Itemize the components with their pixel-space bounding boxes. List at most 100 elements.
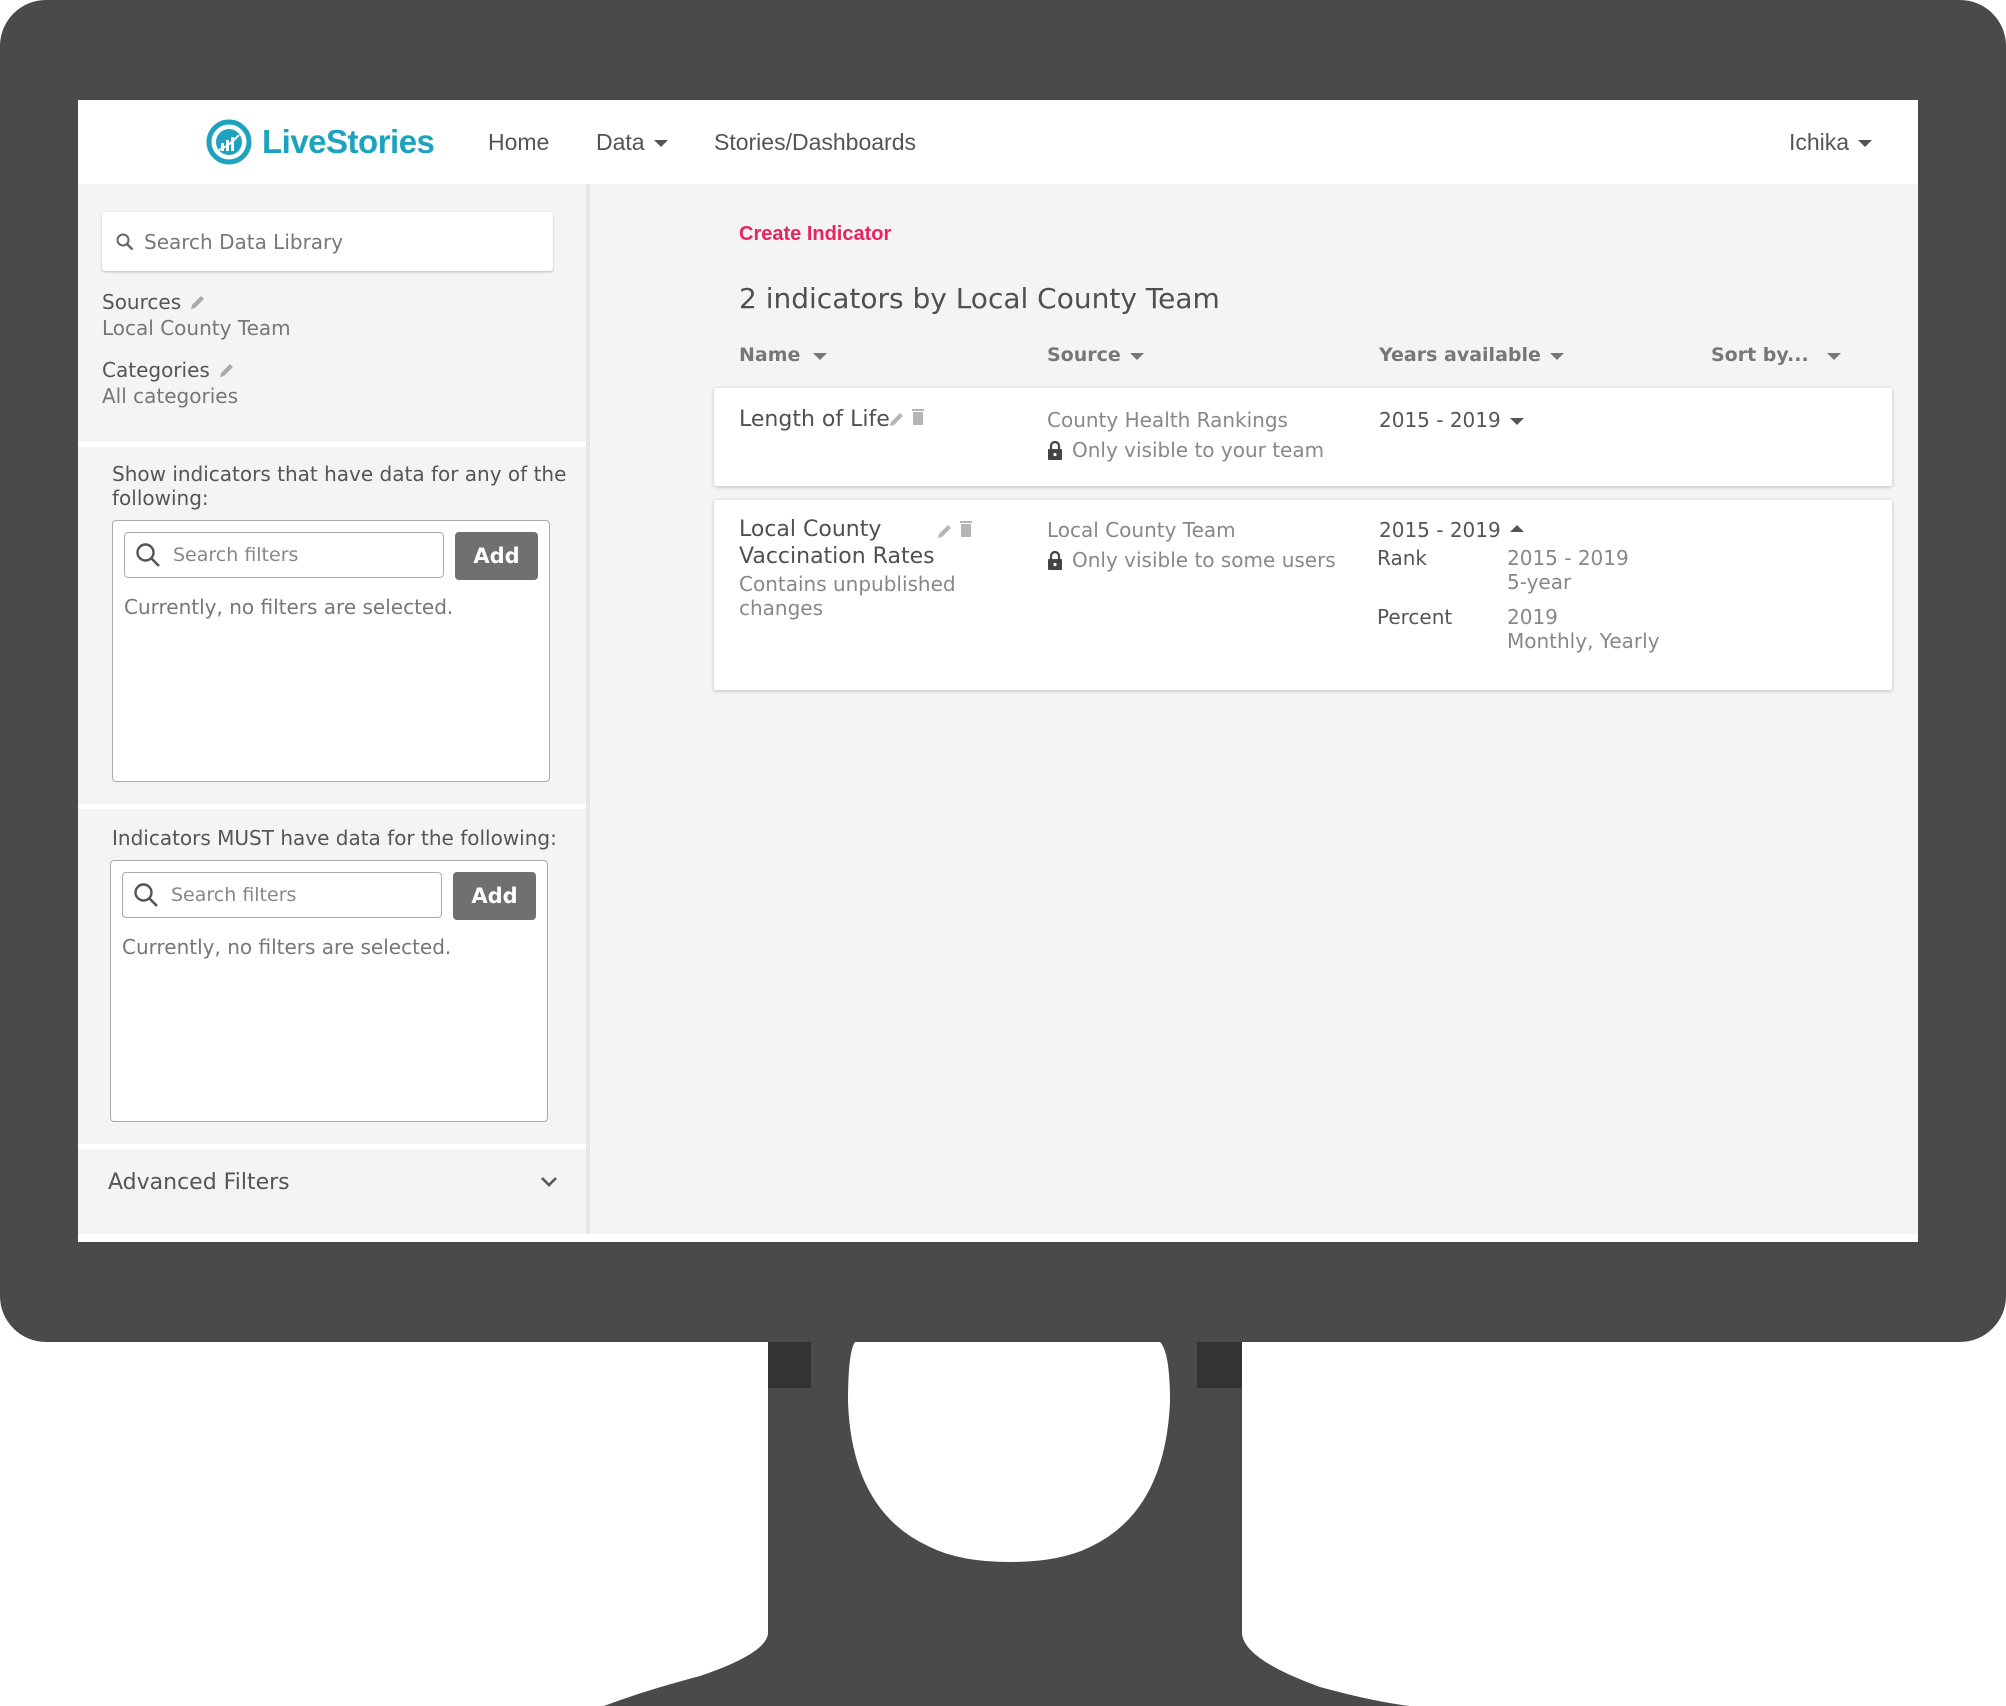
sort-by-label: Sort by... [1711,344,1809,366]
edit-sources-pencil-icon[interactable] [189,293,207,311]
indicator-name[interactable]: Length of Life [739,406,890,433]
indicator-list-panel: Create Indicator 2 indicators by Local C… [590,184,1918,1234]
search-icon [116,233,134,250]
status-line2: changes [739,596,824,620]
any-filter-search-input[interactable]: Search filters [124,532,444,578]
search-data-library-input[interactable]: Search Data Library [102,212,553,271]
nav-home-label: Home [488,128,550,155]
sources-value: Local County Team [102,316,291,340]
caret-down-icon [1129,353,1144,360]
detail-frequency: Monthly, Yearly [1507,629,1660,653]
status-line1: Contains unpublished [739,572,956,596]
screen: LiveStories Home Data Stories/Dashboards… [78,100,1918,1242]
stand-shadow-right [1197,1342,1242,1388]
column-source-label: Source [1047,344,1121,366]
caret-up-icon [1509,525,1524,532]
indicator-card: Local County Vaccination Rates Contains … [714,500,1892,690]
caret-down-icon [1509,418,1524,425]
indicator-name[interactable]: Local County Vaccination Rates [739,516,935,570]
detail-range: 2019 [1507,605,1558,629]
detail-frequency: 5-year [1507,570,1572,594]
indicator-name-line1: Local County [739,517,882,542]
content-area: Search Data Library Sources Local County… [78,184,1918,1234]
nav-data[interactable]: Data [596,100,668,184]
edit-pencil-icon[interactable] [936,520,954,540]
livestories-logo-icon [206,119,252,165]
search-icon [134,883,158,907]
sort-by-dropdown[interactable]: Sort by... [1711,344,1841,366]
indicator-source: Local County Team [1047,518,1236,542]
column-header-name[interactable]: Name [739,344,828,366]
advanced-filters-label: Advanced Filters [108,1169,290,1195]
sources-label: Sources [102,290,207,314]
years-dropdown[interactable]: 2015 - 2019 [1379,518,1524,542]
sources-label-text: Sources [102,290,182,314]
indicator-name-line2: Vaccination Rates [739,544,935,569]
nav-home[interactable]: Home [488,100,549,184]
categories-label-text: Categories [102,358,210,382]
any-filter-title: Show indicators that have data for any o… [112,462,567,510]
categories-label: Categories [102,358,236,382]
any-filter-panel: Search filters Add Currently, no filters… [112,520,550,782]
visibility-note: Only visible to some users [1047,548,1336,572]
caret-down-icon [1549,353,1564,360]
create-indicator-link[interactable]: Create Indicator [739,223,891,246]
stand-shadow-left [768,1342,811,1388]
top-nav-bar: LiveStories Home Data Stories/Dashboards… [78,100,1918,184]
years-range: 2015 - 2019 [1379,518,1501,542]
unpublished-status: Contains unpublished changes [739,572,956,620]
nav-stories-dashboards[interactable]: Stories/Dashboards [714,100,916,184]
years-range: 2015 - 2019 [1379,408,1501,432]
brand-logo[interactable]: LiveStories [206,114,435,170]
brand-name: LiveStories [262,123,435,160]
user-menu[interactable]: Ichika [1789,100,1873,184]
page-title: 2 indicators by Local County Team [739,282,1220,315]
must-filter-panel: Search filters Add Currently, no filters… [110,860,548,1122]
sidebar-separator [78,1144,586,1149]
caret-down-icon [1858,140,1873,147]
column-name-label: Name [739,344,801,366]
monitor-stand [604,1342,1410,1706]
years-dropdown[interactable]: 2015 - 2019 [1379,408,1524,432]
nav-data-label: Data [596,128,645,155]
column-header-source[interactable]: Source [1047,344,1144,366]
caret-down-icon [1826,353,1841,360]
sidebar-separator [78,442,586,447]
must-filter-empty-message: Currently, no filters are selected. [122,935,452,959]
edit-pencil-icon[interactable] [888,408,906,428]
nav-stories-label: Stories/Dashboards [714,128,916,155]
any-filter-empty-message: Currently, no filters are selected. [124,595,454,619]
filter-sidebar: Search Data Library Sources Local County… [78,184,590,1234]
detail-measure: Percent [1377,605,1453,629]
detail-range: 2015 - 2019 [1507,546,1629,570]
search-icon [136,543,160,567]
indicator-source: County Health Rankings [1047,408,1288,432]
delete-trash-icon[interactable] [910,407,928,427]
categories-value: All categories [102,384,238,408]
lock-icon [1048,550,1062,570]
any-filter-placeholder: Search filters [173,544,299,566]
must-filter-add-button[interactable]: Add [453,872,536,920]
lock-icon [1048,440,1062,460]
search-placeholder: Search Data Library [144,229,344,254]
column-years-label: Years available [1379,344,1541,366]
indicator-card: Length of Life County Health Rankings On… [714,388,1892,486]
visibility-text: Only visible to some users [1072,548,1336,572]
must-filter-title: Indicators MUST have data for the follow… [112,826,557,850]
must-filter-placeholder: Search filters [171,884,297,906]
visibility-note: Only visible to your team [1047,438,1324,462]
column-header-years[interactable]: Years available [1379,344,1564,366]
advanced-filters-toggle[interactable]: Advanced Filters [108,1162,558,1202]
any-filter-add-button[interactable]: Add [455,532,538,580]
delete-trash-icon[interactable] [958,519,976,539]
sidebar-separator [78,804,586,809]
caret-down-icon [653,140,668,147]
visibility-text: Only visible to your team [1072,438,1325,462]
user-name: Ichika [1789,128,1850,155]
detail-measure: Rank [1377,546,1427,570]
caret-down-icon [813,353,828,360]
must-filter-search-input[interactable]: Search filters [122,872,442,918]
detail-values: 2019 Monthly, Yearly [1507,605,1660,653]
edit-categories-pencil-icon[interactable] [218,361,236,379]
chevron-down-icon [541,1177,557,1187]
